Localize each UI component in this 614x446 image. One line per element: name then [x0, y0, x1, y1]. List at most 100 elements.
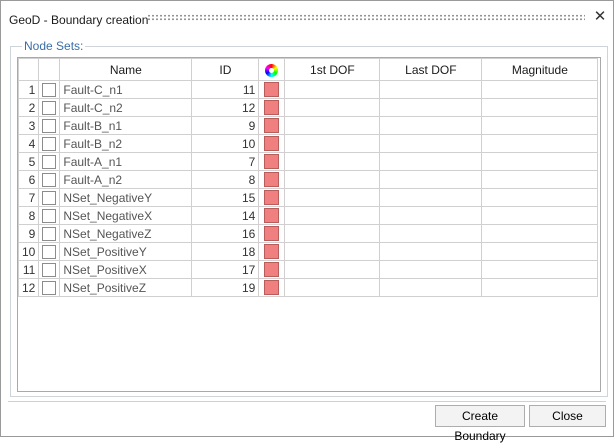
row-checkbox[interactable] [42, 280, 57, 295]
row-first-dof[interactable] [284, 242, 381, 261]
row-name[interactable]: NSet_NegativeY [59, 188, 193, 207]
row-last-dof[interactable] [379, 278, 483, 297]
row-last-dof[interactable] [379, 170, 483, 189]
color-swatch[interactable] [264, 100, 280, 116]
row-checkbox-cell[interactable] [38, 152, 61, 171]
table-row[interactable]: 8 NSet_NegativeX 14 [18, 206, 599, 225]
row-id[interactable]: 16 [191, 224, 260, 243]
color-swatch[interactable] [264, 190, 280, 206]
row-last-dof[interactable] [379, 80, 483, 99]
row-magnitude[interactable] [481, 170, 599, 189]
row-id[interactable]: 8 [191, 170, 260, 189]
row-name[interactable]: NSet_NegativeX [59, 206, 193, 225]
row-magnitude[interactable] [481, 152, 599, 171]
row-checkbox[interactable] [42, 262, 57, 277]
row-checkbox-cell[interactable] [38, 260, 61, 279]
row-checkbox[interactable] [42, 82, 57, 97]
row-id[interactable]: 11 [191, 80, 260, 99]
row-checkbox-cell[interactable] [38, 278, 61, 297]
row-magnitude[interactable] [481, 206, 599, 225]
row-name[interactable]: Fault-A_n1 [59, 152, 193, 171]
row-name[interactable]: Fault-B_n1 [59, 116, 193, 135]
row-checkbox[interactable] [42, 118, 57, 133]
row-last-dof[interactable] [379, 224, 483, 243]
row-checkbox-cell[interactable] [38, 116, 61, 135]
create-boundary-button[interactable]: Create Boundary [435, 405, 525, 443]
row-color-cell[interactable] [258, 80, 286, 99]
row-first-dof[interactable] [284, 98, 381, 117]
title-bar[interactable]: GeoD - Boundary creation ✕ [1, 1, 613, 35]
header-magnitude[interactable]: Magnitude [481, 58, 599, 81]
color-swatch[interactable] [264, 154, 280, 170]
row-color-cell[interactable] [258, 134, 286, 153]
row-checkbox[interactable] [42, 244, 57, 259]
table-row[interactable]: 10 NSet_PositiveY 18 [18, 242, 599, 261]
color-swatch[interactable] [264, 82, 280, 98]
row-id[interactable]: 14 [191, 206, 260, 225]
row-last-dof[interactable] [379, 134, 483, 153]
row-id[interactable]: 17 [191, 260, 260, 279]
row-magnitude[interactable] [481, 80, 599, 99]
row-name[interactable]: NSet_PositiveZ [59, 278, 193, 297]
row-checkbox[interactable] [42, 226, 57, 241]
table-row[interactable]: 1 Fault-C_n1 11 [18, 80, 599, 99]
header-color[interactable] [258, 58, 286, 81]
row-checkbox-cell[interactable] [38, 224, 61, 243]
row-id[interactable]: 9 [191, 116, 260, 135]
row-name[interactable]: Fault-C_n2 [59, 98, 193, 117]
color-swatch[interactable] [264, 280, 280, 296]
row-magnitude[interactable] [481, 260, 599, 279]
row-last-dof[interactable] [379, 206, 483, 225]
row-first-dof[interactable] [284, 152, 381, 171]
row-first-dof[interactable] [284, 260, 381, 279]
header-last-dof[interactable]: Last DOF [379, 58, 483, 81]
row-first-dof[interactable] [284, 206, 381, 225]
table-row[interactable]: 6 Fault-A_n2 8 [18, 170, 599, 189]
close-icon[interactable]: ✕ [591, 8, 609, 26]
row-name[interactable]: Fault-C_n1 [59, 80, 193, 99]
row-id[interactable]: 19 [191, 278, 260, 297]
row-first-dof[interactable] [284, 224, 381, 243]
row-color-cell[interactable] [258, 188, 286, 207]
table-row[interactable]: 5 Fault-A_n1 7 [18, 152, 599, 171]
color-swatch[interactable] [264, 136, 280, 152]
row-last-dof[interactable] [379, 260, 483, 279]
row-checkbox[interactable] [42, 190, 57, 205]
close-button[interactable]: Close [529, 405, 606, 427]
row-first-dof[interactable] [284, 116, 381, 135]
row-checkbox[interactable] [42, 100, 57, 115]
row-first-dof[interactable] [284, 134, 381, 153]
color-swatch[interactable] [264, 262, 280, 278]
row-last-dof[interactable] [379, 188, 483, 207]
row-checkbox-cell[interactable] [38, 242, 61, 261]
color-swatch[interactable] [264, 208, 280, 224]
row-magnitude[interactable] [481, 224, 599, 243]
row-color-cell[interactable] [258, 224, 286, 243]
row-checkbox-cell[interactable] [38, 170, 61, 189]
row-magnitude[interactable] [481, 98, 599, 117]
row-magnitude[interactable] [481, 134, 599, 153]
row-checkbox-cell[interactable] [38, 188, 61, 207]
row-magnitude[interactable] [481, 116, 599, 135]
color-swatch[interactable] [264, 244, 280, 260]
row-color-cell[interactable] [258, 206, 286, 225]
header-name[interactable]: Name [59, 58, 193, 81]
color-swatch[interactable] [264, 172, 280, 188]
table-row[interactable]: 2 Fault-C_n2 12 [18, 98, 599, 117]
row-first-dof[interactable] [284, 188, 381, 207]
row-last-dof[interactable] [379, 98, 483, 117]
table-row[interactable]: 11 NSet_PositiveX 17 [18, 260, 599, 279]
row-id[interactable]: 10 [191, 134, 260, 153]
row-color-cell[interactable] [258, 242, 286, 261]
row-id[interactable]: 12 [191, 98, 260, 117]
drag-grip[interactable] [147, 14, 585, 21]
row-color-cell[interactable] [258, 170, 286, 189]
row-color-cell[interactable] [258, 98, 286, 117]
row-color-cell[interactable] [258, 260, 286, 279]
row-checkbox[interactable] [42, 154, 57, 169]
row-last-dof[interactable] [379, 152, 483, 171]
table-row[interactable]: 7 NSet_NegativeY 15 [18, 188, 599, 207]
row-magnitude[interactable] [481, 242, 599, 261]
color-swatch[interactable] [264, 226, 280, 242]
row-name[interactable]: NSet_PositiveX [59, 260, 193, 279]
